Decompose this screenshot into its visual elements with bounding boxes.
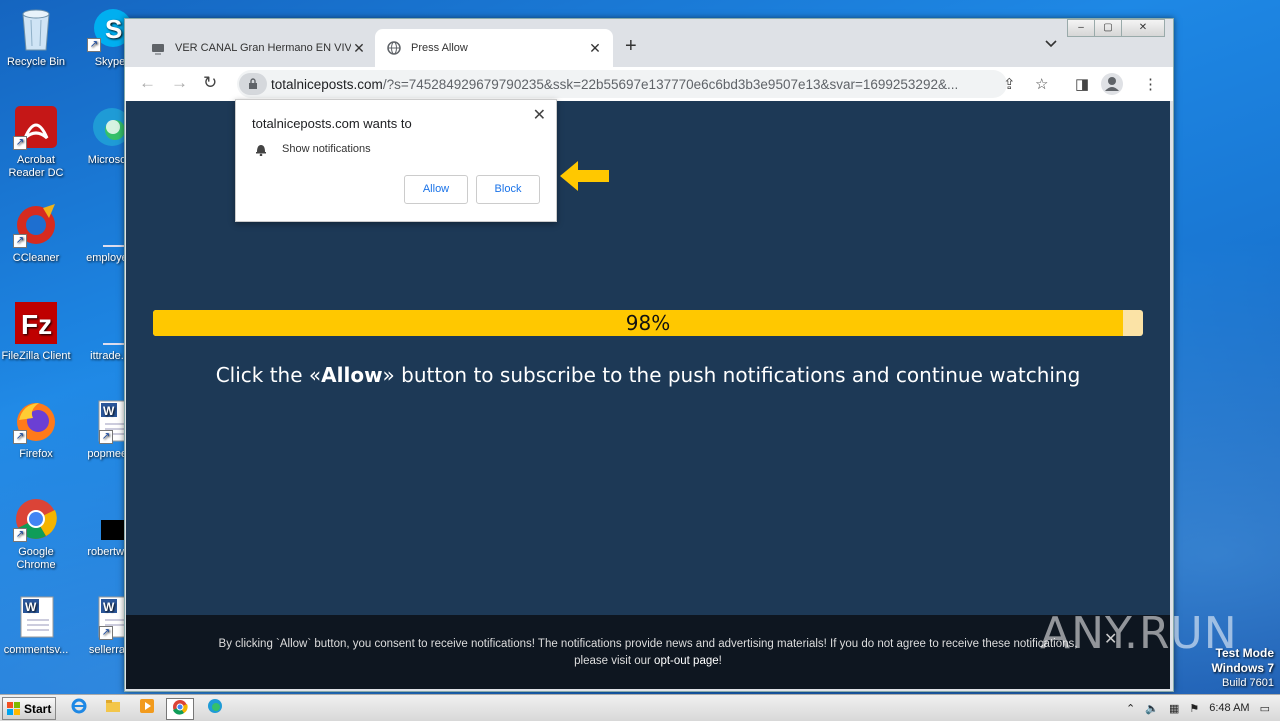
share-icon[interactable]: ⇪ — [1003, 75, 1016, 93]
tab-close-icon[interactable]: ✕ — [587, 40, 603, 57]
test-mode-line3: Build 7601 — [1222, 677, 1274, 689]
headline: Click the «Allow» button to subscribe to… — [126, 363, 1170, 387]
svg-text:W: W — [25, 600, 37, 614]
window-controls: ‒ ▢ ✕ — [1067, 19, 1165, 37]
block-button[interactable]: Block — [476, 175, 540, 204]
minimize-button[interactable]: ‒ — [1067, 19, 1095, 37]
forward-button[interactable]: → — [171, 73, 188, 93]
system-tray: ⌃ 🔈 ▦ ⚑ 6:48 AM ▭ — [1126, 695, 1280, 721]
permission-label: Show notifications — [282, 143, 371, 155]
globe-favicon-icon — [387, 41, 401, 55]
consent-banner: By clicking `Allow` button, you consent … — [126, 615, 1170, 689]
desktop-icon-filezilla[interactable]: Fz FileZilla Client — [0, 300, 72, 363]
edge-icon — [207, 698, 223, 719]
lock-icon[interactable] — [239, 73, 267, 95]
popup-permission-row: Show notifications — [254, 142, 371, 157]
tab-press-allow[interactable]: Press Allow ✕ — [375, 29, 613, 67]
acrobat-icon: ↗ — [13, 104, 59, 150]
start-button[interactable]: Start — [2, 697, 56, 720]
tray-expand-icon[interactable]: ⌃ — [1126, 702, 1135, 715]
headline-pre: Click the « — [215, 363, 322, 387]
media-player-icon — [139, 698, 155, 719]
anyrun-watermark: ANY.RUN — [1040, 608, 1238, 659]
headline-post: » button to subscribe to the push notifi… — [382, 363, 1081, 387]
svg-text:W: W — [103, 404, 115, 418]
desktop-icon-ccleaner[interactable]: ↗ CCleaner — [0, 202, 72, 265]
recycle-bin-icon — [13, 6, 59, 52]
progress-bar: 98% — [153, 310, 1143, 336]
url-host: totalniceposts.com — [271, 76, 383, 92]
word-doc-icon: W — [13, 594, 59, 640]
url-path: /?s=745284929679790235&ssk=22b55697e1377… — [382, 76, 959, 92]
filezilla-icon: Fz — [13, 300, 59, 346]
browser-toolbar: ← → ↻ totalniceposts.com/?s=745284929679… — [125, 67, 1173, 101]
tab-close-icon[interactable]: ✕ — [351, 40, 367, 57]
taskbar: Start ⌃ 🔈 ▦ ⚑ 6:48 AM ▭ — [0, 694, 1280, 721]
firefox-icon: ↗ — [13, 398, 59, 444]
allow-button[interactable]: Allow — [404, 175, 468, 204]
svg-text:Fz: Fz — [21, 309, 52, 340]
back-button[interactable]: ← — [139, 73, 156, 93]
tab-label: Press Allow — [411, 42, 468, 54]
windows-logo-icon — [7, 701, 21, 716]
notification-permission-popup: totalniceposts.com wants to ✕ Show notif… — [235, 99, 557, 222]
chrome-menu-icon[interactable]: ⋮ — [1143, 75, 1158, 93]
address-bar[interactable]: totalniceposts.com/?s=745284929679790235… — [237, 70, 1007, 98]
reload-button[interactable]: ↻ — [203, 73, 217, 93]
taskbar-chrome[interactable] — [166, 698, 194, 720]
ie-icon — [71, 698, 87, 719]
bell-icon — [254, 142, 268, 157]
window-close-button[interactable]: ✕ — [1121, 19, 1165, 37]
desktop-icon-commentsv[interactable]: W commentsv... — [0, 594, 72, 657]
maximize-button[interactable]: ▢ — [1094, 19, 1122, 37]
taskbar-media-player[interactable] — [134, 698, 160, 718]
clock[interactable]: 6:48 AM — [1209, 702, 1249, 714]
chrome-icon — [172, 699, 188, 720]
network-icon[interactable]: ▦ — [1169, 702, 1179, 715]
consent-line1: By clicking `Allow` button, you consent … — [218, 638, 1078, 650]
profile-avatar-icon[interactable] — [1101, 73, 1123, 95]
volume-icon[interactable]: 🔈 — [1145, 702, 1159, 715]
ccleaner-icon: ↗ — [13, 202, 59, 248]
flag-icon[interactable]: ⚑ — [1189, 702, 1199, 715]
new-tab-button[interactable]: + — [625, 35, 637, 58]
desktop-icon-firefox[interactable]: ↗ Firefox — [0, 398, 72, 461]
popup-close-icon[interactable]: ✕ — [533, 105, 546, 125]
address-url: totalniceposts.com/?s=745284929679790235… — [271, 77, 991, 92]
side-panel-icon[interactable]: ◨ — [1075, 75, 1089, 93]
svg-text:W: W — [103, 600, 115, 614]
start-label: Start — [24, 701, 52, 716]
desktop-icon-acrobat[interactable]: ↗ Acrobat Reader DC — [0, 104, 72, 180]
taskbar-explorer[interactable] — [100, 698, 126, 718]
tab-gran-hermano[interactable]: VER CANAL Gran Hermano EN VIVO ✕ — [139, 29, 377, 67]
headline-allow: Allow — [321, 363, 383, 387]
tab-label: VER CANAL Gran Hermano EN VIVO — [175, 42, 351, 54]
tab-search-chevron-icon[interactable] — [1045, 37, 1057, 51]
tv-favicon-icon — [151, 41, 165, 55]
taskbar-edge[interactable] — [202, 698, 228, 718]
consent-line2-post: ! — [718, 655, 722, 667]
consent-text: By clicking `Allow` button, you consent … — [166, 636, 1130, 670]
popup-title: totalniceposts.com wants to — [252, 116, 412, 131]
bookmark-star-icon[interactable]: ☆ — [1035, 75, 1048, 93]
svg-text:S: S — [105, 14, 122, 44]
folder-icon — [105, 698, 121, 719]
test-mode-line2: Windows 7 — [1211, 661, 1274, 675]
desktop-icon-recycle-bin[interactable]: Recycle Bin — [0, 6, 72, 69]
consent-line2-pre: please visit our — [574, 655, 655, 667]
tab-strip: VER CANAL Gran Hermano EN VIVO ✕ Press A… — [125, 19, 1173, 67]
progress-text: 98% — [625, 311, 671, 335]
opt-out-link[interactable]: opt-out page — [654, 655, 719, 667]
chrome-icon: ↗ — [13, 496, 59, 542]
show-desktop-icon[interactable]: ▭ — [1260, 702, 1270, 715]
yellow-pointer-arrow-icon — [560, 161, 609, 191]
desktop-icon-chrome[interactable]: ↗ Google Chrome — [0, 496, 72, 572]
taskbar-ie[interactable] — [66, 698, 92, 718]
